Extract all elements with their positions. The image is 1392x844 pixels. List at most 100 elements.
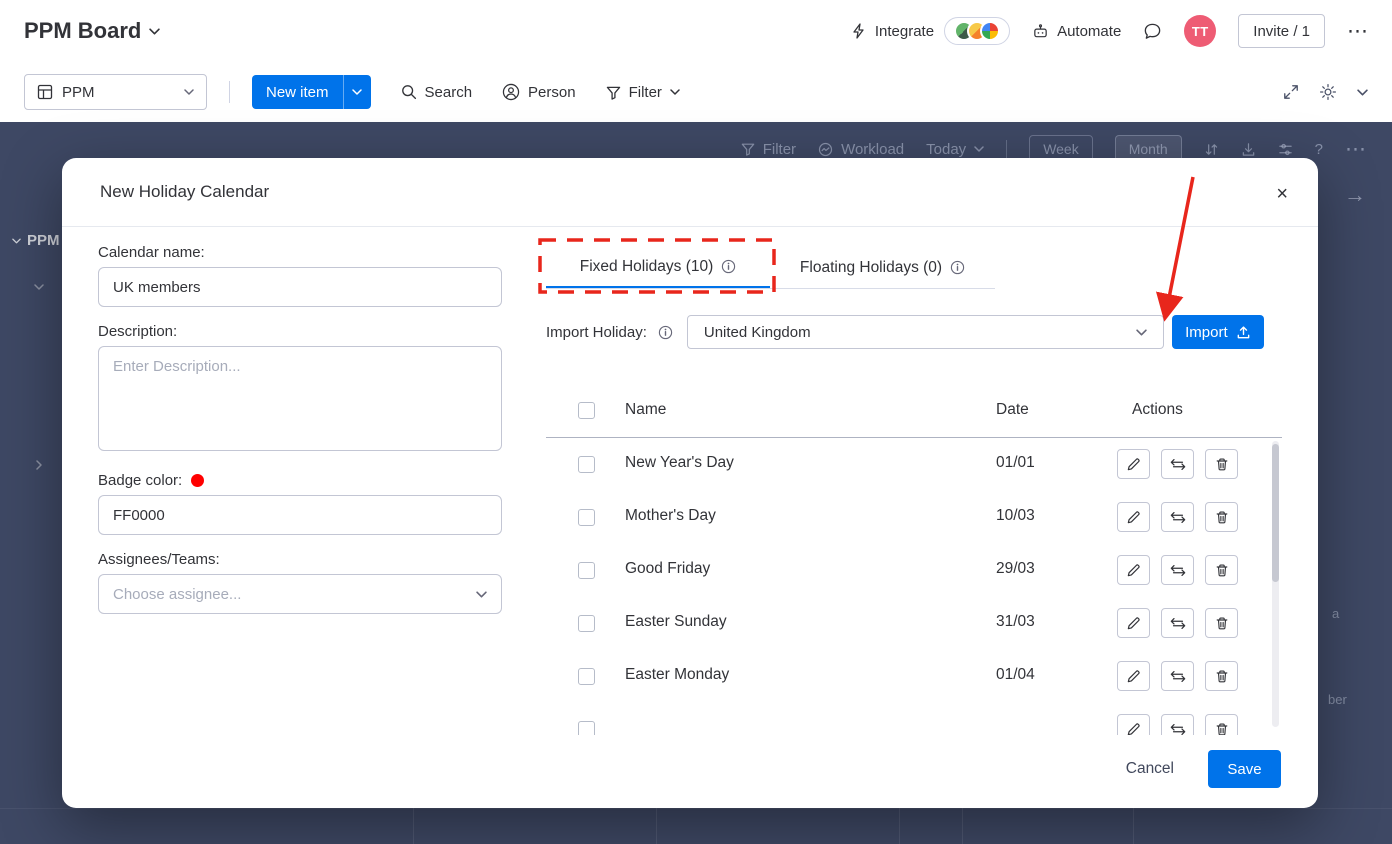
table-row: Mother's Day 10/03 — [546, 491, 1282, 544]
cancel-button[interactable]: Cancel — [1122, 754, 1178, 784]
info-icon[interactable] — [658, 325, 673, 340]
badge-color-text: Badge color: — [98, 472, 182, 489]
scrollbar-thumb[interactable] — [1272, 444, 1279, 582]
trash-icon[interactable] — [1205, 608, 1238, 638]
more-options-icon[interactable]: ⋯ — [1345, 139, 1366, 160]
automate-label: Automate — [1057, 23, 1121, 40]
person-filter-button[interactable]: Person — [502, 83, 576, 101]
select-all-checkbox[interactable] — [578, 402, 595, 419]
integrate-icon — [851, 23, 867, 39]
avatar[interactable]: TT — [1184, 15, 1216, 47]
holiday-date: 29/03 — [996, 560, 1035, 578]
automate-button[interactable]: Automate — [1032, 23, 1121, 40]
edit-icon[interactable] — [1117, 661, 1150, 691]
filter-button[interactable]: Filter — [606, 84, 680, 101]
trash-icon[interactable] — [1205, 661, 1238, 691]
swap-icon[interactable] — [1161, 608, 1194, 638]
tab-fixed-holidays[interactable]: Fixed Holidays (10) — [546, 247, 770, 288]
new-item-dropdown[interactable] — [343, 75, 371, 109]
country-select[interactable]: United Kingdom — [687, 315, 1164, 349]
holiday-name: Easter Sunday — [625, 613, 727, 631]
row-checkbox[interactable] — [578, 721, 595, 735]
bg-gridline — [962, 808, 963, 844]
close-icon[interactable]: × — [1272, 180, 1292, 208]
expand-icon[interactable] — [1283, 84, 1299, 100]
more-options-icon[interactable]: ⋯ — [1347, 21, 1368, 42]
edit-icon[interactable] — [1117, 502, 1150, 532]
chevron-down-icon — [476, 591, 487, 598]
settings-sliders-icon[interactable] — [1278, 142, 1293, 157]
row-actions — [1117, 661, 1238, 691]
board-title-group[interactable]: PPM Board — [24, 18, 160, 44]
modal-footer: Cancel Save — [1122, 750, 1281, 788]
holiday-name: New Year's Day — [625, 454, 734, 472]
country-selected-value: United Kingdom — [704, 324, 811, 341]
table-row-partial — [546, 703, 1282, 735]
swap-icon[interactable] — [1161, 661, 1194, 691]
modal-header: New Holiday Calendar — [62, 158, 1318, 227]
swap-icon[interactable] — [1161, 502, 1194, 532]
row-checkbox[interactable] — [578, 615, 595, 632]
tab-label: Fixed Holidays (10) — [580, 258, 714, 276]
download-icon[interactable] — [1241, 142, 1256, 157]
search-button[interactable]: Search — [401, 84, 473, 101]
table-scrollbar[interactable] — [1272, 441, 1279, 727]
info-icon[interactable] — [950, 260, 965, 275]
swap-icon[interactable] — [1161, 555, 1194, 585]
holiday-name: Easter Monday — [625, 666, 729, 684]
new-holiday-calendar-modal: New Holiday Calendar × Calendar name: De… — [62, 158, 1318, 808]
trash-icon[interactable] — [1205, 555, 1238, 585]
badge-color-label: Badge color: — [98, 472, 502, 489]
new-item-button[interactable]: New item — [252, 75, 371, 109]
bg-today-button[interactable]: Today — [926, 141, 984, 158]
info-icon[interactable] — [721, 259, 736, 274]
table-row: Easter Sunday 31/03 — [546, 597, 1282, 650]
row-checkbox[interactable] — [578, 456, 595, 473]
trash-icon[interactable] — [1205, 449, 1238, 479]
collapse-toolbar-icon[interactable] — [1357, 89, 1368, 96]
row-actions — [1117, 555, 1238, 585]
date-column-header: Date — [996, 401, 1029, 419]
chat-icon[interactable] — [1143, 22, 1162, 41]
bg-gridline — [899, 808, 900, 844]
bg-workload-button[interactable]: Workload — [818, 141, 904, 158]
integrate-button[interactable]: Integrate — [851, 17, 1010, 45]
bg-fragment: ber — [1328, 692, 1347, 707]
description-input[interactable] — [98, 346, 502, 451]
sort-icon[interactable] — [1204, 142, 1219, 157]
holiday-date: 10/03 — [996, 507, 1035, 525]
row-checkbox[interactable] — [578, 562, 595, 579]
save-button[interactable]: Save — [1208, 750, 1281, 788]
trash-icon[interactable] — [1205, 502, 1238, 532]
row-checkbox[interactable] — [578, 509, 595, 526]
gear-icon[interactable] — [1319, 83, 1337, 101]
app-root: PPM Board Integrate Automate TT Invite /… — [0, 0, 1392, 844]
integration-apps-pill[interactable] — [944, 17, 1010, 45]
swap-icon[interactable] — [1161, 449, 1194, 479]
badge-color-input[interactable] — [98, 495, 502, 535]
row-checkbox[interactable] — [578, 668, 595, 685]
tab-floating-holidays[interactable]: Floating Holidays (0) — [770, 247, 995, 288]
table-view-icon — [37, 84, 53, 100]
holiday-name: Mother's Day — [625, 507, 716, 525]
chevron-right-icon — [36, 460, 42, 470]
edit-icon[interactable] — [1117, 608, 1150, 638]
view-selector[interactable]: PPM — [24, 74, 207, 110]
edit-icon[interactable] — [1117, 449, 1150, 479]
help-icon[interactable]: ? — [1315, 141, 1323, 158]
edit-icon[interactable] — [1117, 555, 1150, 585]
scroll-right-arrow-icon[interactable]: → — [1344, 182, 1366, 208]
import-button[interactable]: Import — [1172, 315, 1264, 349]
invite-button[interactable]: Invite / 1 — [1238, 14, 1325, 48]
row-actions — [1117, 608, 1238, 638]
edit-icon[interactable] — [1117, 714, 1150, 735]
badge-color-swatch — [191, 474, 204, 487]
bg-filter-button[interactable]: Filter — [741, 141, 796, 158]
assignees-select[interactable]: Choose assignee... — [98, 574, 502, 614]
trash-icon[interactable] — [1205, 714, 1238, 735]
swap-icon[interactable] — [1161, 714, 1194, 735]
filter-icon — [741, 142, 755, 156]
automate-icon — [1032, 23, 1049, 40]
calendar-name-input[interactable] — [98, 267, 502, 307]
chevron-down-icon — [184, 89, 194, 95]
